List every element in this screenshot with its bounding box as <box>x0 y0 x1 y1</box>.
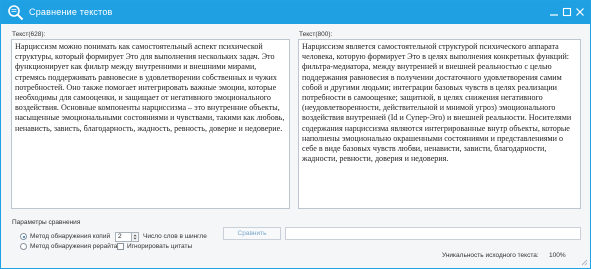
maximize-icon[interactable] <box>560 5 574 19</box>
stepper-arrows-icon[interactable] <box>132 232 139 242</box>
compare-button[interactable]: Сравнить <box>223 227 281 240</box>
left-text-label: Текст(628): <box>12 31 46 38</box>
window-title: Сравнение текстов <box>29 7 113 17</box>
method-copies-radio[interactable] <box>20 233 27 240</box>
params-group-label: Параметры сравнения <box>12 219 81 226</box>
close-icon[interactable] <box>573 5 587 19</box>
result-field <box>285 227 581 240</box>
title-bar[interactable]: Сравнение текстов <box>1 1 590 24</box>
compare-texts-window: Сравнение текстов Текст(628): Нарциссизм… <box>0 0 591 269</box>
minimize-icon[interactable] <box>547 5 561 19</box>
magnifier-doc-icon <box>8 5 24 21</box>
resize-grip-icon[interactable] <box>580 258 588 266</box>
left-text-area[interactable]: Нарциссизм можно понимать как самостояте… <box>11 39 290 209</box>
method-rewrite-label[interactable]: Метод обнаружения рерайта <box>30 243 117 250</box>
ignore-quotes-label[interactable]: Игнорировать цитаты <box>127 243 192 250</box>
method-rewrite-radio[interactable] <box>20 243 27 250</box>
ignore-quotes-checkbox[interactable] <box>117 243 124 250</box>
right-text-area[interactable]: Нарциссизм является самостоятельной стру… <box>298 39 581 209</box>
shingle-label: Число слов в шингле <box>143 233 207 240</box>
right-text-label: Текст(800): <box>299 31 333 38</box>
shingle-stepper[interactable]: 2 <box>115 232 132 242</box>
uniqueness-value: 100% <box>549 252 566 259</box>
uniqueness-label: Уникальность исходного текста: <box>442 252 539 259</box>
method-copies-label[interactable]: Метод обнаружения копий <box>30 233 110 240</box>
